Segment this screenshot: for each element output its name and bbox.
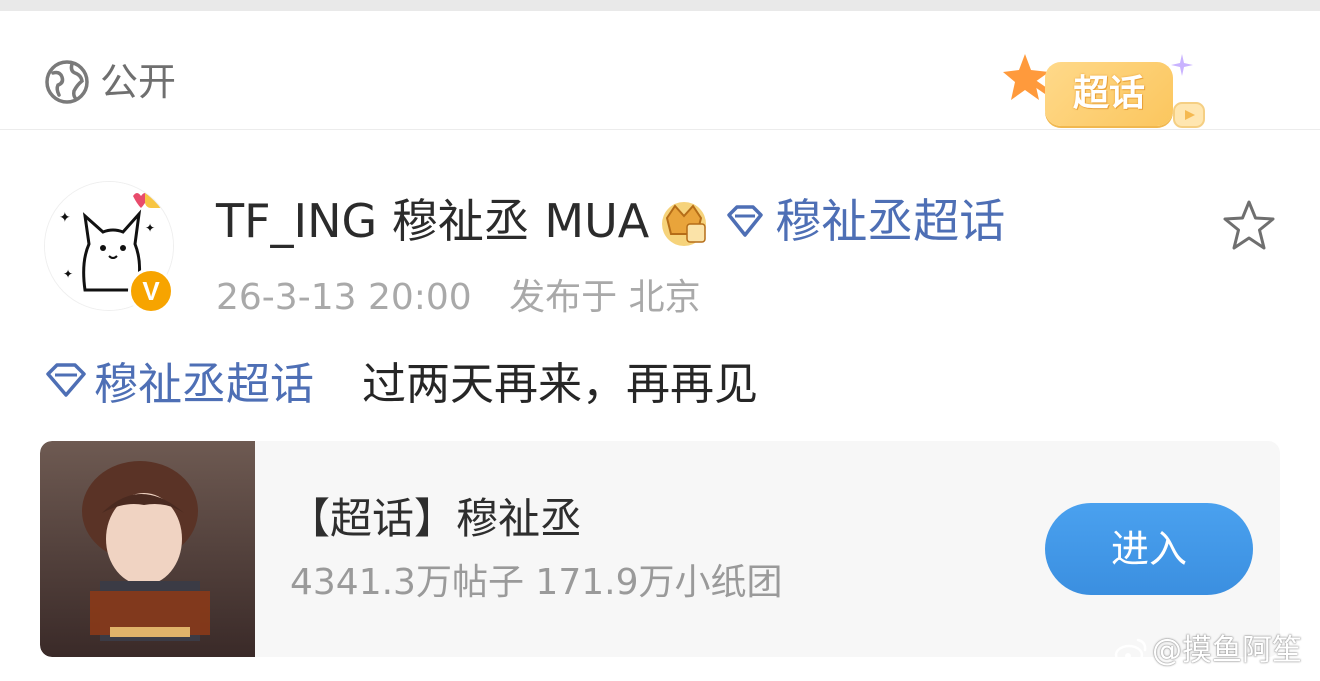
author-name[interactable]: TF_ING 穆祉丞 MUA — [216, 186, 649, 256]
crown-icon — [662, 202, 707, 246]
badge-pill: 超话 — [1045, 62, 1173, 126]
topic-cover-image — [40, 441, 255, 657]
watermark: @摸鱼阿笙 — [1114, 628, 1302, 674]
post-text: 过两天再来，再再见 — [362, 359, 758, 410]
visibility-row: 公开 超话 — [0, 11, 1320, 130]
post-topic-link[interactable]: 穆祉丞超话 — [94, 348, 314, 412]
topic-card-title: 【超话】穆祉丞 — [288, 494, 583, 543]
star-favorite-icon[interactable] — [1221, 198, 1277, 254]
diamond-topic-icon — [727, 205, 763, 237]
sparkle-icon — [1171, 54, 1193, 76]
play-bubble-icon — [1173, 102, 1205, 128]
post-body: 穆祉丞超话 过两天再来，再再见 — [44, 348, 758, 412]
verified-badge: V — [128, 268, 174, 314]
weibo-logo-icon — [1114, 638, 1147, 666]
super-topic-badge[interactable]: 超话 — [1003, 46, 1208, 151]
enter-button[interactable]: 进入 — [1045, 503, 1253, 595]
badge-text: 超话 — [1072, 73, 1145, 114]
topic-card-stats: 4341.3万帖子 171.9万小纸团 — [290, 562, 783, 603]
globe-icon — [45, 60, 89, 104]
watermark-text: @摸鱼阿笙 — [1152, 633, 1302, 668]
top-divider-strip — [0, 0, 1320, 11]
author-topic-link[interactable]: 穆祉丞超话 — [775, 186, 1005, 256]
super-topic-card[interactable]: 【超话】穆祉丞 4341.3万帖子 171.9万小纸团 进入 — [40, 441, 1280, 657]
post-time: 26-3-13 20:00 — [216, 277, 472, 318]
svg-text:✦: ✦ — [145, 221, 155, 235]
diamond-topic-icon — [46, 363, 86, 397]
svg-text:✦: ✦ — [63, 267, 73, 281]
svg-text:✦: ✦ — [59, 210, 71, 226]
visibility-label: 公开 — [100, 60, 177, 104]
post-location: 发布于 北京 — [509, 277, 701, 318]
post-meta: 26-3-13 20:00 发布于 北京 — [216, 272, 727, 324]
author-line: TF_ING 穆祉丞 MUA 穆祉丞超话 — [216, 186, 1005, 256]
